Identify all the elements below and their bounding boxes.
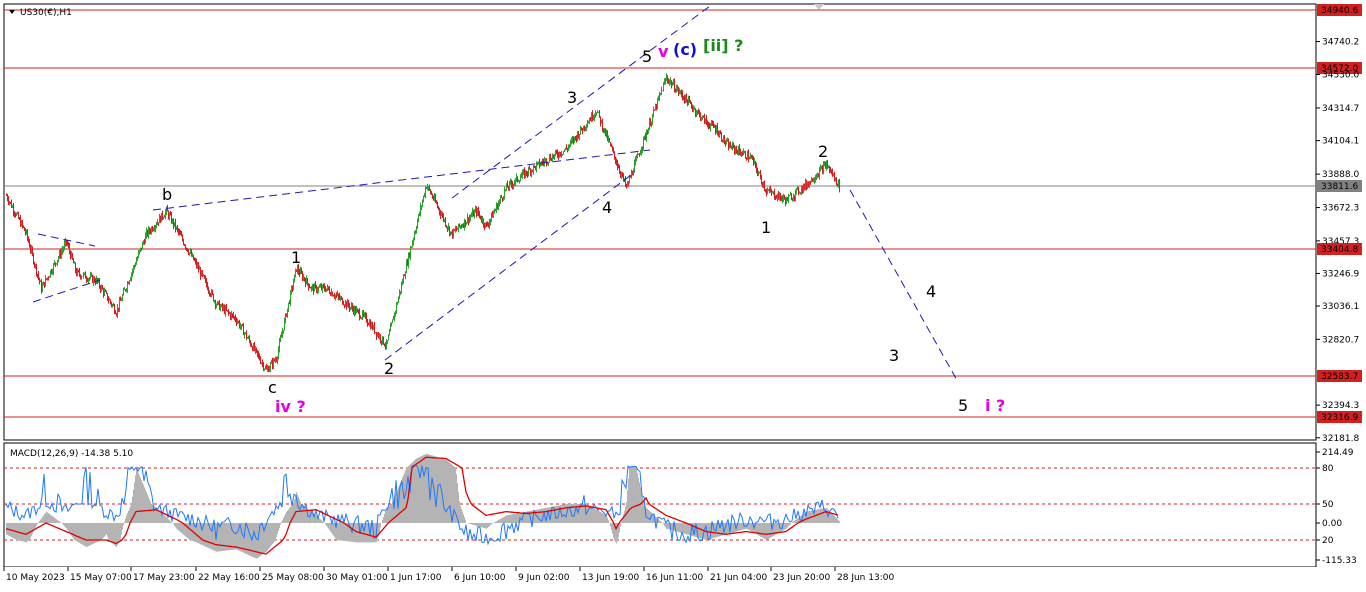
- macd-tick-label: 80: [1322, 464, 1334, 474]
- wave-label: 4: [926, 282, 936, 301]
- trading-chart[interactable]: 214.4980500.0020-115.33 34940.634740.234…: [0, 0, 1366, 588]
- price-tick-label: 34940.6: [1321, 6, 1358, 16]
- time-tick-label: 25 May 08:00: [262, 573, 324, 583]
- wave-label: 1: [761, 218, 771, 237]
- price-tick-label: 33036.1: [1322, 302, 1359, 312]
- price-tick-label: 34530.0: [1322, 71, 1359, 81]
- time-tick-label: 6 Jun 10:00: [454, 573, 506, 583]
- wave-label: v: [658, 42, 669, 61]
- wave-label: iv ?: [275, 397, 306, 416]
- main-chart-frame[interactable]: [3, 3, 1317, 441]
- macd-tick-label: 20: [1322, 536, 1334, 546]
- wave-label: 5: [958, 396, 968, 415]
- time-tick-label: 16 Jun 11:00: [646, 573, 703, 583]
- price-tick-label: 33246.9: [1322, 269, 1359, 279]
- chart-root: 214.49 80 50 0.00 20 -115.33 34940.6 34740.2 34…: [0, 0, 1366, 588]
- price-tick-label: 32316.9: [1321, 413, 1358, 423]
- price-tick-label: 32181.8: [1322, 434, 1359, 444]
- price-tick-label: 32583.7: [1321, 372, 1358, 382]
- macd-title: MACD(12,26,9) -14.38 5.10: [10, 449, 133, 459]
- price-tick-label: 34104.1: [1322, 137, 1359, 147]
- macd-tick-label: -115.33: [1322, 556, 1357, 566]
- price-tick-label: 34314.7: [1322, 104, 1359, 114]
- time-tick-label: 10 May 2023: [6, 573, 65, 583]
- time-tick-label: 1 Jun 17:00: [390, 573, 442, 583]
- price-tick-label: 33404.8: [1321, 245, 1358, 255]
- wave-label: i ?: [985, 396, 1005, 415]
- macd-tick-label: 0.00: [1322, 519, 1342, 529]
- wave-label: 2: [384, 359, 394, 378]
- price-tick-label: 32394.3: [1322, 401, 1359, 411]
- price-tick-label: 33888.0: [1322, 170, 1359, 180]
- wave-label: c: [268, 378, 277, 397]
- wave-label: 4: [602, 198, 612, 217]
- time-tick-label: 17 May 23:00: [133, 573, 195, 583]
- time-tick-label: 15 May 07:00: [70, 573, 132, 583]
- wave-label: (c): [673, 40, 697, 59]
- wave-label: 3: [889, 346, 899, 365]
- price-tick-label: 33811.6: [1321, 182, 1358, 192]
- price-tick-label: 34740.2: [1322, 38, 1359, 48]
- time-tick-label: 21 Jun 04:00: [710, 573, 767, 583]
- time-tick-label: 30 May 01:00: [326, 573, 388, 583]
- time-tick-label: 22 May 16:00: [198, 573, 260, 583]
- time-tick-label: 13 Jun 19:00: [582, 573, 639, 583]
- wave-label: b: [162, 185, 172, 204]
- time-tick-label: 28 Jun 13:00: [837, 573, 894, 583]
- macd-tick-label: 214.49: [1322, 448, 1354, 458]
- macd-tick-label: 50: [1322, 500, 1334, 510]
- time-tick-label: 9 Jun 02:00: [518, 573, 570, 583]
- price-tick-label: 32820.7: [1322, 335, 1359, 345]
- wave-label: 2: [818, 142, 828, 161]
- wave-label: 3: [567, 88, 577, 107]
- time-tick-label: 23 Jun 20:00: [773, 573, 830, 583]
- wave-label: [ii] ?: [703, 36, 743, 55]
- wave-label: 5: [642, 47, 652, 66]
- macd-panel-frame[interactable]: [3, 442, 1317, 568]
- chart-title: US30(€),H1: [20, 8, 72, 18]
- price-tick-label: 33672.3: [1322, 204, 1359, 214]
- wave-label: 1: [291, 248, 301, 267]
